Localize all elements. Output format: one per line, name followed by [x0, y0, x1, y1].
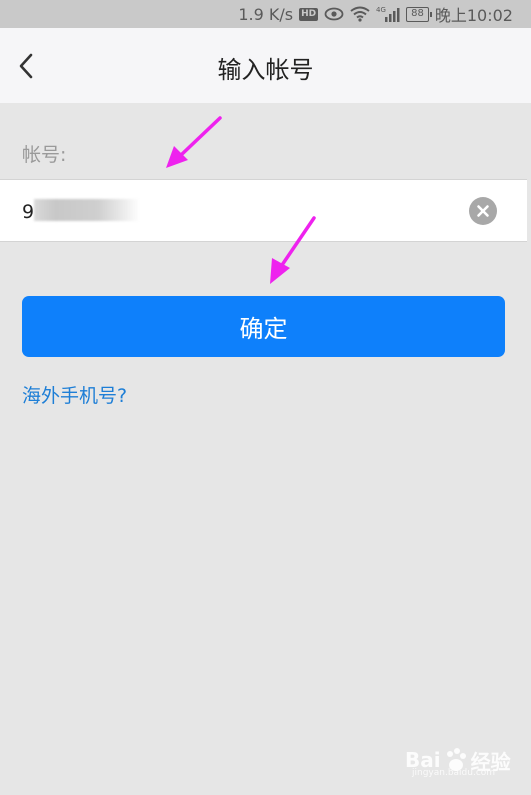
page-title: 输入帐号	[217, 56, 314, 84]
confirm-button[interactable]: 确定	[22, 296, 505, 357]
redacted-account-mask	[34, 199, 140, 221]
annotation-arrow-account	[166, 116, 222, 168]
battery-icon: 88	[406, 6, 432, 22]
status-time: 晚上10:02	[434, 6, 513, 25]
wifi-icon	[350, 6, 370, 22]
login-account-screen: 1.9 K/s HD 4G 88 晚上10:02 输入帐号 帐号: 确定	[0, 0, 531, 795]
signal-icon: 4G	[376, 5, 400, 23]
status-bar: 1.9 K/s HD 4G 88 晚上10:02	[0, 0, 531, 28]
watermark-url: jingyan.baidu.com	[412, 768, 496, 778]
network-speed: 1.9 K/s	[238, 4, 294, 24]
network-type-label: 4G	[376, 6, 386, 14]
navigation-bar: 输入帐号	[0, 28, 531, 103]
account-label: 帐号:	[22, 144, 67, 166]
eye-icon	[324, 7, 344, 21]
hd-icon: HD	[299, 7, 319, 21]
clear-input-button[interactable]	[469, 197, 497, 225]
close-icon	[477, 205, 489, 217]
overseas-phone-link[interactable]: 海外手机号?	[22, 381, 127, 408]
annotation-arrow-confirm	[270, 216, 316, 284]
